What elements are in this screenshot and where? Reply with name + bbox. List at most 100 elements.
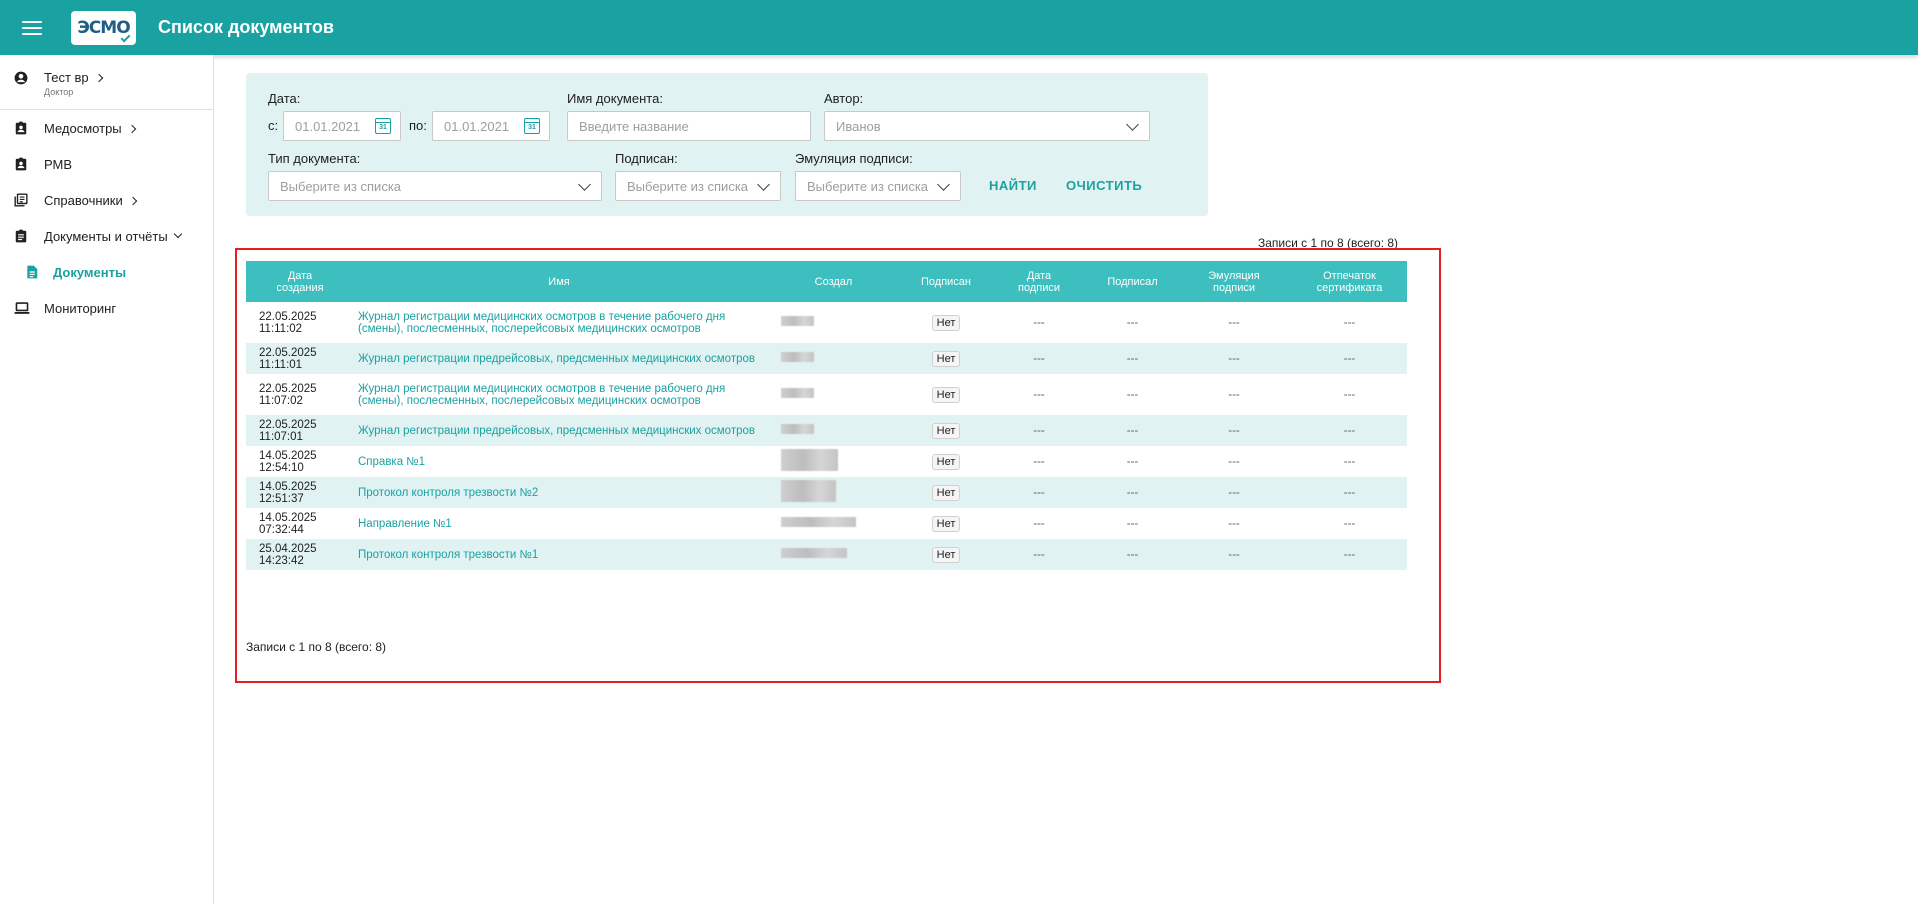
table-row[interactable]: 22.05.2025 11:11:02 Журнал регистрации мед… xyxy=(246,302,1407,343)
fingerprint-cell: --- xyxy=(1292,477,1407,508)
calendar-icon[interactable]: 31 xyxy=(524,118,540,134)
document-link[interactable]: Журнал регистрации медицинских осмотров … xyxy=(358,383,725,407)
sign-date-cell: --- xyxy=(989,343,1089,374)
table-row[interactable]: 14.05.2025 07:32:44 Направление №1 Нет --- --… xyxy=(246,508,1407,539)
sidebar-item-label: РМВ xyxy=(44,156,73,172)
laptop-icon xyxy=(14,301,30,315)
emulation-cell: --- xyxy=(1228,517,1240,530)
column-header-creation-date[interactable]: Дата создания xyxy=(246,261,354,302)
table-row[interactable]: 22.05.2025 11:07:02 Журнал регистрации мед… xyxy=(246,374,1407,415)
document-link[interactable]: Журнал регистрации предрейсовых, предсме… xyxy=(358,353,755,365)
date-from-field[interactable]: 01.01.2021 31 xyxy=(283,111,401,141)
calendar-icon[interactable]: 31 xyxy=(375,118,391,134)
table-row[interactable]: 22.05.2025 11:07:01 Журнал регистрации пре… xyxy=(246,415,1407,446)
table-row[interactable]: 14.05.2025 12:54:10 Справка №1 Нет --- --- ---… xyxy=(246,446,1407,477)
column-header-sign-date[interactable]: Дата подписи xyxy=(989,261,1089,302)
emulation-label: Эмуляция подписи: xyxy=(795,151,913,166)
date-from-label: с: xyxy=(268,118,279,133)
signed-badge: Нет xyxy=(931,422,961,439)
document-name-input[interactable]: Введите название xyxy=(567,111,811,141)
sidebar-item-label: Медосмотры xyxy=(44,120,122,136)
chevron-down-icon xyxy=(937,178,950,191)
signer-cell: --- xyxy=(1126,455,1139,468)
emulation-select[interactable]: Выберите из списка xyxy=(795,171,961,201)
document-name-placeholder: Введите название xyxy=(579,118,689,134)
creation-time: 14:23:42 xyxy=(259,554,304,567)
document-link[interactable]: Журнал регистрации медицинских осмотров … xyxy=(358,311,725,335)
author-select[interactable]: Иванов xyxy=(824,111,1150,141)
column-header-emulation[interactable]: Эмуляция подписи xyxy=(1176,261,1292,302)
logo[interactable]: ЭСМО xyxy=(71,10,136,45)
sign-date-cell: --- xyxy=(989,415,1089,446)
sidebar-item-documents[interactable]: Документы xyxy=(0,254,213,290)
table-header-row: Дата создания Имя Создал Подписан Дата подпи… xyxy=(246,261,1407,302)
creator-cell xyxy=(764,374,903,415)
sidebar-item-monitoring[interactable]: Мониторинг xyxy=(0,290,213,326)
signed-select[interactable]: Выберите из списка xyxy=(615,171,781,201)
document-name-cell: Протокол контроля трезвости №2 xyxy=(354,477,764,508)
creator-redacted xyxy=(781,352,814,362)
signed-cell: Нет xyxy=(903,302,989,343)
creator-cell xyxy=(764,508,903,539)
signed-badge: Нет xyxy=(931,453,961,470)
clipboard-text-icon xyxy=(14,229,28,243)
signed-cell: Нет xyxy=(903,446,989,477)
sidebar-item-rmv[interactable]: РМВ xyxy=(0,146,213,182)
chevron-down-icon xyxy=(1126,118,1139,131)
column-header-signer[interactable]: Подписал xyxy=(1089,261,1176,302)
sidebar-item-medosmotry[interactable]: Медосмотры xyxy=(0,110,213,146)
document-type-select[interactable]: Выберите из списка xyxy=(268,171,602,201)
creator-cell xyxy=(764,415,903,446)
signer-cell: --- xyxy=(1089,415,1176,446)
document-link[interactable]: Направление №1 xyxy=(358,518,452,530)
fingerprint-cell: --- xyxy=(1292,343,1407,374)
table-row[interactable]: 25.04.2025 14:23:42 Протокол контроля трез… xyxy=(246,539,1407,570)
date-from-value: 01.01.2021 xyxy=(295,118,361,134)
document-name-cell: Протокол контроля трезвости №1 xyxy=(354,539,764,570)
table-row[interactable]: 14.05.2025 12:51:37 Протокол контроля трез… xyxy=(246,477,1407,508)
signer-cell: --- xyxy=(1089,343,1176,374)
hamburger-menu-icon[interactable] xyxy=(22,20,42,35)
fingerprint-cell: --- xyxy=(1343,316,1356,329)
document-name-cell: Журнал регистрации медицинских осмотров … xyxy=(354,374,764,415)
document-icon xyxy=(25,265,39,279)
creation-date-cell: 22.05.2025 11:11:02 xyxy=(246,302,354,343)
signer-cell: --- xyxy=(1089,539,1176,570)
column-header-created-by[interactable]: Создал xyxy=(764,261,903,302)
creation-time: 11:07:02 xyxy=(259,394,303,407)
fingerprint-cell: --- xyxy=(1292,539,1407,570)
signer-cell: --- xyxy=(1126,316,1139,329)
document-link[interactable]: Протокол контроля трезвости №2 xyxy=(358,487,538,499)
document-link[interactable]: Справка №1 xyxy=(358,456,425,468)
column-header-signed[interactable]: Подписан xyxy=(903,261,989,302)
date-to-field[interactable]: 01.01.2021 31 xyxy=(432,111,550,141)
signer-cell: --- xyxy=(1089,477,1176,508)
column-header-name[interactable]: Имя xyxy=(354,261,764,302)
page-title: Список документов xyxy=(158,17,334,37)
creation-time: 11:11:01 xyxy=(259,358,303,371)
find-button[interactable]: НАЙТИ xyxy=(989,178,1037,193)
sidebar-user[interactable]: Тест вр Доктор xyxy=(0,55,213,110)
signed-cell: Нет xyxy=(903,477,989,508)
fingerprint-cell: --- xyxy=(1343,517,1356,530)
emulation-cell: --- xyxy=(1228,455,1240,468)
clipboard-account-icon xyxy=(14,121,28,135)
chevron-down-icon xyxy=(578,178,591,191)
document-name-label: Имя документа: xyxy=(567,91,663,106)
signed-badge: Нет xyxy=(931,484,961,501)
column-header-fingerprint[interactable]: Отпечаток сертификата xyxy=(1292,261,1407,302)
sidebar-item-documents-reports[interactable]: Документы и отчёты xyxy=(0,218,213,254)
sidebar-item-label: Мониторинг xyxy=(44,300,117,316)
sidebar: Тест вр Доктор Медосмотры РМВ Справочник… xyxy=(0,55,214,904)
chevron-down-icon xyxy=(757,178,770,191)
document-link[interactable]: Протокол контроля трезвости №1 xyxy=(358,549,538,561)
clear-button[interactable]: ОЧИСТИТЬ xyxy=(1066,178,1142,193)
sidebar-item-spravochniki[interactable]: Справочники xyxy=(0,182,213,218)
document-link[interactable]: Журнал регистрации предрейсовых, предсме… xyxy=(358,425,755,437)
fingerprint-cell: --- xyxy=(1343,455,1356,468)
table-row[interactable]: 22.05.2025 11:11:01 Журнал регистрации пре… xyxy=(246,343,1407,374)
signed-badge: Нет xyxy=(931,350,961,367)
sign-date-cell: --- xyxy=(989,539,1089,570)
chevron-right-icon xyxy=(127,124,136,133)
date-to-value: 01.01.2021 xyxy=(444,118,510,134)
